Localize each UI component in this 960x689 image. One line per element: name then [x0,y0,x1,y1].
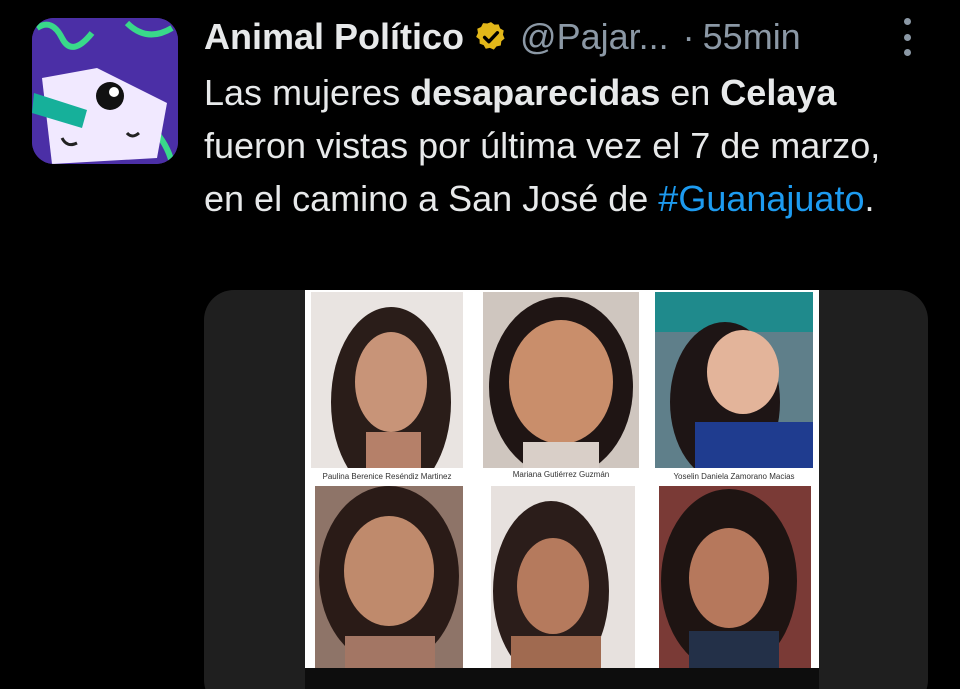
tweet-header: Animal Político @Pajar... · 55min [204,12,801,62]
avatar-illustration [32,18,178,164]
tweet[interactable]: Animal Político @Pajar... · 55min Las mu… [0,0,960,689]
caption-person-1: Paulina Berenice Reséndiz Martinez [322,472,452,481]
author-name[interactable]: Animal Político [204,16,464,58]
text-segment: en [660,72,721,113]
caption-person-3: Yoselin Daniela Zamorano Macias [673,472,795,481]
caption-person-2: Mariana Gutiérrez Guzmán [512,470,610,479]
author-handle[interactable]: @Pajar... [520,16,669,58]
separator-dot: · [682,16,695,57]
text-segment: Las mujeres [204,72,411,113]
photo-person-3 [655,292,813,468]
missing-persons-poster: Paulina Berenice Reséndiz Martinez Maria… [305,290,819,668]
tweet-text: Las mujeres desaparecidas en Celaya fuer… [204,66,924,225]
author-avatar[interactable] [32,18,178,164]
hashtag-link[interactable]: #Guanajuato [658,178,864,219]
photo-person-2 [483,292,639,468]
photo-person-1 [311,292,463,468]
media-card[interactable]: Paulina Berenice Reséndiz Martinez Maria… [204,290,928,689]
photo-person-4 [315,486,463,668]
post-timestamp[interactable]: 55min [703,16,801,58]
text-segment: . [864,178,875,219]
more-options-icon[interactable] [896,18,918,56]
media-bottom-strip [305,668,819,689]
photo-person-6 [659,486,811,668]
text-bold-desaparecidas: desaparecidas [410,72,661,113]
verified-badge-icon [476,22,505,50]
text-bold-celaya: Celaya [720,72,837,113]
photo-person-5 [491,486,635,668]
